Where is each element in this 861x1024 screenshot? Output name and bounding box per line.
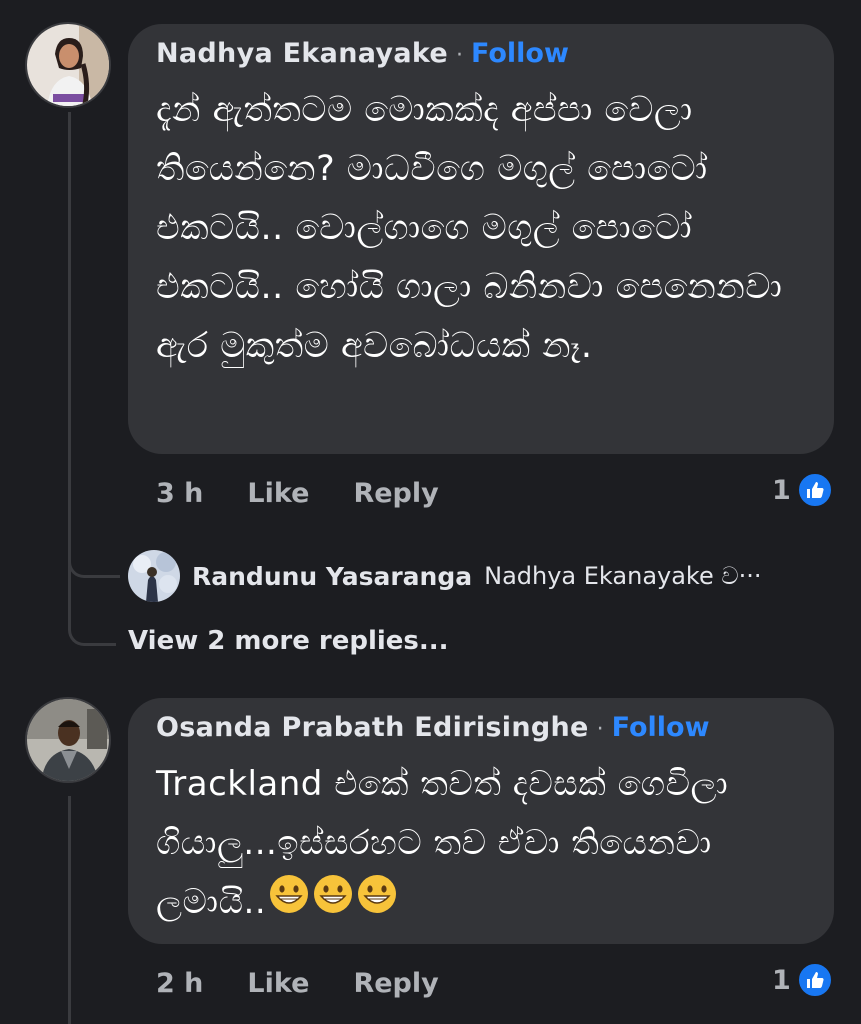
avatar[interactable] [25,22,111,108]
reaction-count: 1 [772,474,791,506]
comment-header: Nadhya Ekanayake · Follow [156,38,806,69]
grinning-face-icon [312,873,354,934]
reply-button[interactable]: Reply [353,968,438,999]
reply-avatar[interactable] [128,550,180,602]
comment-actions: 3 h Like Reply [156,478,439,509]
thread-line [68,112,71,582]
reply-button[interactable]: Reply [353,478,438,509]
comment-text: දැන් ඇත්තටම මොකක්ද අප්පා වෙලා තියෙන්නෙ? … [156,90,783,366]
comment-bubble: Nadhya Ekanayake · Follow දැන් ඇත්තටම මොකක… [128,24,834,454]
thread-connector [68,540,120,578]
comment-time[interactable]: 3 h [156,478,203,509]
reply-preview[interactable]: Randunu Yasaranga Nadhya Ekanayake ව··· [128,550,762,602]
avatar[interactable] [25,697,111,783]
comment-text-body: Trackland එකේ තවත් දවසක් ගෙවිලා ගියාලු..… [156,764,729,922]
reply-author[interactable]: Randunu Yasaranga [192,562,472,591]
follow-button[interactable]: Follow [612,712,710,743]
thread-line [68,796,71,1024]
comment-actions: 2 h Like Reply [156,968,439,999]
comment-header: Osanda Prabath Edirisinghe · Follow [156,712,806,743]
grinning-face-icon [268,873,310,934]
reply-snippet: Nadhya Ekanayake ව··· [484,562,762,590]
like-icon [796,962,833,998]
reaction-count: 1 [772,964,791,996]
comment-text: Trackland එකේ තවත් දවසක් ගෙවිලා ගියාලු..… [156,755,806,934]
follow-button[interactable]: Follow [471,38,569,69]
grinning-face-icon [356,873,398,934]
comment-author[interactable]: Nadhya Ekanayake [156,38,448,69]
like-icon [796,472,833,508]
reaction-summary[interactable]: 1 [772,472,833,508]
comment-bubble: Osanda Prabath Edirisinghe · Follow Trackl… [128,698,834,944]
comments-page: Nadhya Ekanayake · Follow දැන් ඇත්තටම මොකක… [0,0,861,1024]
separator-dot: · [596,717,604,742]
like-button[interactable]: Like [247,478,309,509]
separator-dot: · [455,43,463,68]
like-button[interactable]: Like [247,968,309,999]
view-more-replies-link[interactable]: View 2 more replies... [128,626,449,656]
reaction-summary[interactable]: 1 [772,962,833,998]
thread-connector [68,578,116,646]
comment-time[interactable]: 2 h [156,968,203,999]
comment-author[interactable]: Osanda Prabath Edirisinghe [156,712,589,743]
